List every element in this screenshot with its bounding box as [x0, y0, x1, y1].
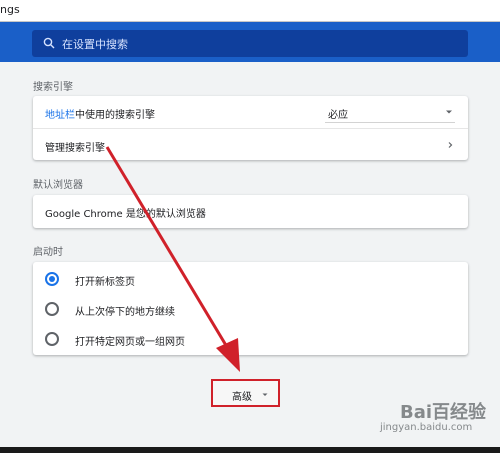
search-engine-card: 地址栏中使用的搜索引擎 必应 管理搜索引擎 — [33, 96, 468, 160]
search-engine-selected: 必应 — [328, 110, 348, 121]
search-icon — [43, 37, 55, 49]
startup-option-continue[interactable]: 从上次停下的地方继续 — [33, 293, 468, 326]
chevron-right-icon — [448, 142, 453, 148]
default-browser-card: Google Chrome 是您的默认浏览器 — [33, 195, 468, 228]
settings-header: 在设置中搜索 — [0, 22, 500, 62]
watermark-brand: Bai百经验 — [400, 402, 487, 423]
startup-section-title: 启动时 — [33, 247, 63, 258]
default-browser-section-title: 默认浏览器 — [33, 180, 83, 191]
address-bar-url[interactable]: ngs — [0, 3, 20, 16]
address-bar-engine-row: 地址栏中使用的搜索引擎 必应 — [33, 96, 468, 129]
startup-option-specific-pages[interactable]: 打开特定网页或一组网页 — [33, 323, 468, 356]
search-engine-dropdown[interactable]: 必应 — [325, 102, 455, 123]
manage-search-engines-label: 管理搜索引擎 — [45, 143, 105, 154]
radio-button-selected[interactable] — [45, 272, 59, 286]
manage-search-engines-row[interactable]: 管理搜索引擎 — [33, 128, 468, 162]
baidu-jingyan-watermark: Bai百经验 jingyan.baidu.com — [380, 394, 492, 440]
settings-search-input[interactable]: 在设置中搜索 — [32, 30, 468, 57]
search-engine-section-title: 搜索引擎 — [33, 82, 73, 93]
startup-card: 打开新标签页 从上次停下的地方继续 打开特定网页或一组网页 — [33, 262, 468, 355]
startup-option-label: 从上次停下的地方继续 — [75, 307, 175, 318]
bottom-strip — [0, 447, 500, 453]
default-browser-status: Google Chrome 是您的默认浏览器 — [45, 209, 206, 220]
address-bar[interactable]: ngs — [0, 0, 500, 22]
address-bar-engine-label: 地址栏中使用的搜索引擎 — [45, 106, 155, 121]
startup-option-label: 打开新标签页 — [75, 277, 135, 288]
advanced-button-label: 高级 — [232, 392, 252, 403]
chevron-down-icon — [262, 393, 268, 396]
radio-button[interactable] — [45, 332, 59, 346]
startup-option-label: 打开特定网页或一组网页 — [75, 337, 185, 348]
watermark-url: jingyan.baidu.com — [380, 422, 473, 433]
search-placeholder: 在设置中搜索 — [62, 38, 128, 51]
address-bar-engine-label-rest: 中使用的搜索引擎 — [75, 110, 155, 121]
advanced-button[interactable]: 高级 — [211, 379, 280, 407]
radio-button[interactable] — [45, 302, 59, 316]
dropdown-caret-icon — [446, 110, 452, 114]
default-browser-row: Google Chrome 是您的默认浏览器 — [33, 195, 468, 228]
address-bar-link[interactable]: 地址栏 — [45, 110, 75, 121]
startup-option-new-tab[interactable]: 打开新标签页 — [33, 263, 468, 296]
